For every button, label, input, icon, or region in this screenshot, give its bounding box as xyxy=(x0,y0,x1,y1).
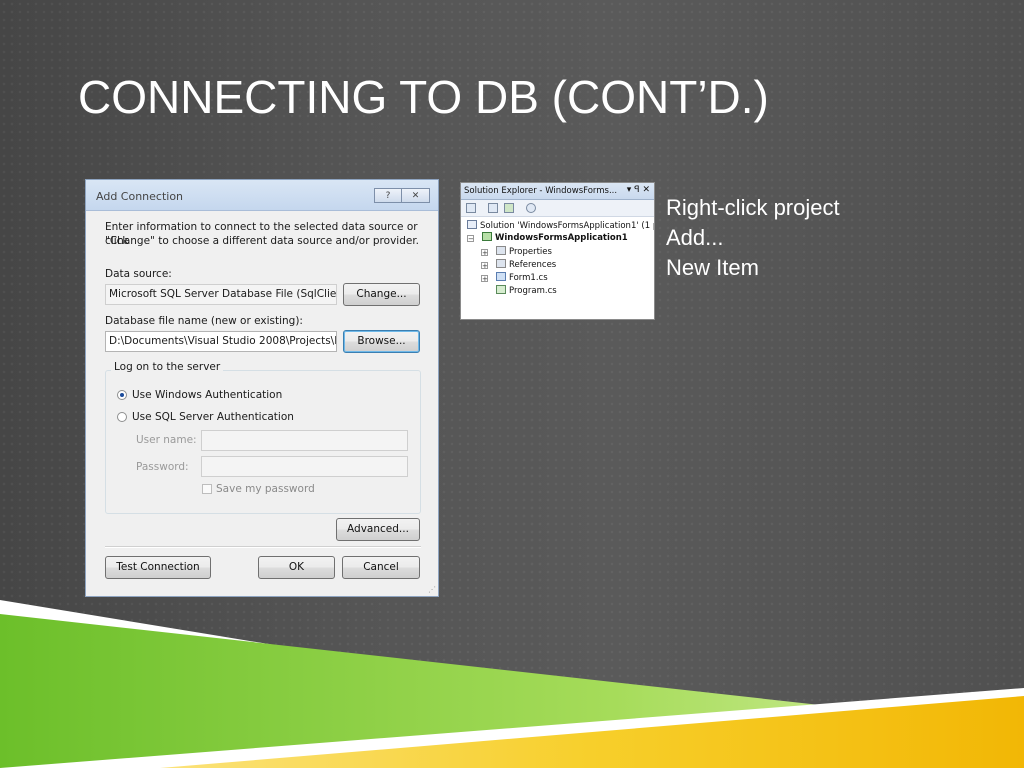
tree-item-program[interactable]: Program.cs xyxy=(496,285,557,297)
tree-item-form1[interactable]: Form1.cs xyxy=(496,272,548,284)
tree-item-label: Program.cs xyxy=(509,286,557,296)
tree-item-label: Form1.cs xyxy=(509,273,548,283)
form1-expand-icon[interactable]: + xyxy=(481,275,488,283)
add-connection-dialog: Add Connection ? ✕ Enter information to … xyxy=(85,179,439,597)
save-password-checkbox[interactable] xyxy=(202,484,212,494)
solution-explorer-toolbar xyxy=(461,200,654,217)
dialog-titlebar: Add Connection ? ✕ xyxy=(86,180,438,211)
show-all-files-icon[interactable] xyxy=(488,203,498,213)
refresh-icon[interactable] xyxy=(504,203,514,213)
project-node-label: WindowsFormsApplication1 xyxy=(495,233,628,243)
data-source-field: Microsoft SQL Server Database File (SqlC… xyxy=(105,284,337,305)
cs-file-icon xyxy=(496,285,506,294)
panel-controls-icon[interactable]: ▾ ꟼ ✕ xyxy=(627,185,650,195)
test-connection-button[interactable]: Test Connection xyxy=(105,556,211,579)
resize-grip-icon[interactable]: ⋰ xyxy=(428,585,436,594)
advanced-button[interactable]: Advanced... xyxy=(336,518,420,541)
solution-icon xyxy=(467,220,477,229)
data-source-label: Data source: xyxy=(105,268,172,280)
change-button[interactable]: Change... xyxy=(343,283,420,306)
db-file-label: Database file name (new or existing): xyxy=(105,315,303,327)
tree-item-properties[interactable]: Properties xyxy=(496,246,552,258)
view-class-diagram-icon[interactable] xyxy=(526,203,536,213)
project-node[interactable]: WindowsFormsApplication1 xyxy=(482,232,628,244)
windows-auth-radio[interactable] xyxy=(117,390,127,400)
password-label: Password: xyxy=(136,461,189,473)
browse-button[interactable]: Browse... xyxy=(343,330,420,353)
folder-icon xyxy=(496,259,506,268)
project-icon xyxy=(482,232,492,241)
tree-item-references[interactable]: References xyxy=(496,259,556,271)
steps-list: Right-click project Add... New Item xyxy=(666,193,840,283)
folder-icon xyxy=(496,246,506,255)
tree-item-label: Properties xyxy=(509,247,552,257)
intro-text-line2: "Change" to choose a different data sour… xyxy=(105,235,420,247)
step-item: New Item xyxy=(666,255,759,280)
username-input[interactable] xyxy=(201,430,408,451)
close-button[interactable]: ✕ xyxy=(402,188,430,203)
password-input[interactable] xyxy=(201,456,408,477)
help-button[interactable]: ? xyxy=(374,188,402,203)
db-file-input[interactable]: D:\Documents\Visual Studio 2008\Projects… xyxy=(105,331,337,352)
solution-node-label: Solution 'WindowsFormsApplication1' (1 p xyxy=(480,221,655,231)
tree-item-label: References xyxy=(509,260,557,270)
properties-tool-icon[interactable] xyxy=(466,203,476,213)
decorative-bands xyxy=(0,600,1024,768)
step-item: Right-click project xyxy=(666,195,840,220)
save-password-label: Save my password xyxy=(216,483,315,495)
windows-auth-label[interactable]: Use Windows Authentication xyxy=(132,388,282,402)
references-expand-icon[interactable]: + xyxy=(481,262,488,270)
dialog-separator xyxy=(105,546,421,548)
cancel-button[interactable]: Cancel xyxy=(342,556,420,579)
username-label: User name: xyxy=(136,434,197,446)
slide-title: CONNECTING TO DB (CONT’D.) xyxy=(78,71,769,123)
solution-node[interactable]: Solution 'WindowsFormsApplication1' (1 p xyxy=(467,220,655,232)
properties-expand-icon[interactable]: + xyxy=(481,249,488,257)
ok-button[interactable]: OK xyxy=(258,556,335,579)
solution-explorer-title: Solution Explorer - WindowsForms... xyxy=(464,186,618,196)
form-file-icon xyxy=(496,272,506,281)
sql-auth-radio[interactable] xyxy=(117,412,127,422)
solution-explorer-panel: Solution Explorer - WindowsForms... ▾ ꟼ … xyxy=(460,182,655,320)
dialog-title: Add Connection xyxy=(96,190,184,203)
logon-group-label: Log on to the server xyxy=(111,361,224,373)
solution-explorer-header: Solution Explorer - WindowsForms... ▾ ꟼ … xyxy=(461,183,654,200)
step-item: Add... xyxy=(666,225,724,250)
sql-auth-label[interactable]: Use SQL Server Authentication xyxy=(132,410,294,424)
project-collapse-icon[interactable]: − xyxy=(467,235,474,243)
